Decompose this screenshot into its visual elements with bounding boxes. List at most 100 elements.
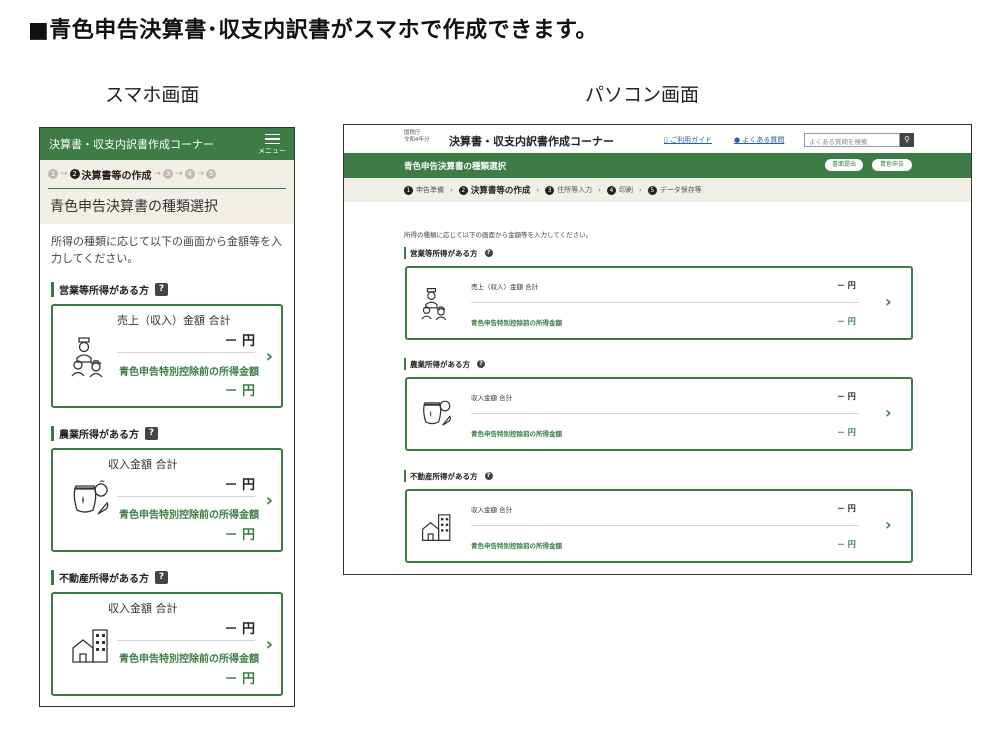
phone-card-realestate[interactable]: 収入金額 合計 － 円 青色申告特別控除前の所得金額 － 円 › xyxy=(51,592,283,696)
sales-total-label: 売上（収入）金額 合計 xyxy=(471,283,539,291)
step-arrow-icon: › xyxy=(536,186,540,194)
pc-page-title: 青色申告決算書の種類選択 xyxy=(404,162,507,172)
sales-total-value: － 円 xyxy=(224,334,255,349)
merchant-people-icon xyxy=(421,284,453,322)
step-3-dot: 3 xyxy=(163,169,174,179)
building-icon xyxy=(71,622,111,666)
help-icon[interactable]: ? xyxy=(155,283,168,296)
phone-step-indicator: 1 → 2 決算書等の作成 → 3 → 4 → 5 xyxy=(40,160,294,188)
step-4-dot: 4 xyxy=(606,185,616,195)
income-before-deduction-label: 青色申告特別控除前の所得金額 xyxy=(119,510,259,521)
phone-intro-text: 所得の種類に応じて以下の画面から金額等を入力してください。 xyxy=(51,235,282,265)
pc-screen: 国税庁 令和4年分 決算書・収支内訳書作成コーナー ▯ ご利用ガイド ● よくあ… xyxy=(343,124,972,575)
section-heading-text: 営業等所得がある方 xyxy=(59,286,149,297)
step-2-dot: 2 xyxy=(458,185,468,195)
blue-return-button[interactable]: 青色申告 xyxy=(872,159,912,171)
faq-link-text: よくある質問 xyxy=(742,136,785,144)
faq-link[interactable]: ● よくある質問 xyxy=(734,135,784,145)
income-before-deduction-value: － 円 xyxy=(837,428,856,437)
step-arrow-icon: › xyxy=(638,186,642,194)
chevron-right-icon: › xyxy=(265,634,273,655)
revenue-total-value: － 円 xyxy=(837,504,856,513)
pc-title-bar: 青色申告決算書の種類選択 書面提出 青色申告 xyxy=(344,153,971,178)
pc-card-realestate[interactable]: 収入金額 合計 － 円 青色申告特別控除前の所得金額 － 円 › xyxy=(405,489,913,563)
section-heading-text: 営業等所得がある方 xyxy=(410,248,478,258)
help-icon[interactable]: ? xyxy=(484,249,493,257)
income-before-deduction-value: － 円 xyxy=(837,540,856,549)
pc-app-title[interactable]: 決算書・収支内訳書作成コーナー xyxy=(449,133,614,149)
paper-submission-button[interactable]: 書面提出 xyxy=(825,159,863,171)
divider xyxy=(471,302,859,303)
step-3-dot: 3 xyxy=(545,185,555,195)
current-step-label: 決算書等の作成 xyxy=(81,170,152,182)
guide-link[interactable]: ▯ ご利用ガイド xyxy=(664,135,712,145)
income-before-deduction-value: － 円 xyxy=(224,672,255,687)
income-before-deduction-value: － 円 xyxy=(224,384,255,399)
step-4-label: 印刷 xyxy=(618,186,633,194)
revenue-total-label: 収入金額 合計 xyxy=(108,458,178,471)
divider xyxy=(471,525,859,526)
divider xyxy=(117,640,255,641)
pc-step-indicator: 1 申告準備 › 2 決算書等の作成 › 3 住所等入力 › 4 印刷 › 5 データ保存… xyxy=(344,178,971,202)
faq-search-input[interactable]: よくある質問を検索 xyxy=(804,133,900,147)
step-5-dot: 5 xyxy=(206,169,217,179)
phone-app-title[interactable]: 決算書・収支内訳書作成コーナー xyxy=(49,136,214,152)
step-5-label: データ保存等 xyxy=(659,186,702,194)
revenue-total-label: 収入金額 合計 xyxy=(108,602,178,615)
step-3-label: 住所等入力 xyxy=(557,186,593,194)
income-before-deduction-label: 青色申告特別控除前の所得金額 xyxy=(471,542,562,550)
income-before-deduction-label: 青色申告特別控除前の所得金額 xyxy=(471,319,562,327)
org-logo[interactable]: 国税庁 令和4年分 xyxy=(404,130,430,144)
chevron-right-icon: › xyxy=(885,292,892,311)
step-arrow-icon: › xyxy=(450,186,453,194)
farm-produce-icon xyxy=(71,478,111,522)
income-before-deduction-value: － 円 xyxy=(224,528,255,543)
pc-card-business[interactable]: 売上（収入）金額 合計 － 円 青色申告特別控除前の所得金額 － 円 › xyxy=(405,266,913,340)
revenue-total-label: 収入金額 合計 xyxy=(471,394,513,402)
help-icon[interactable]: ? xyxy=(477,360,485,368)
divider xyxy=(117,352,255,353)
phone-header: 決算書・収支内訳書作成コーナー メニュー xyxy=(40,128,294,160)
menu-label: メニュー xyxy=(258,147,286,156)
help-icon[interactable]: ? xyxy=(145,427,158,440)
income-before-deduction-label: 青色申告特別控除前の所得金額 xyxy=(471,430,562,438)
income-before-deduction-value: － 円 xyxy=(837,317,856,326)
divider xyxy=(471,413,859,414)
step-5-dot: 5 xyxy=(647,185,657,195)
chevron-right-icon: › xyxy=(885,515,892,534)
help-icon[interactable]: ? xyxy=(155,571,168,584)
revenue-total-value: － 円 xyxy=(837,392,856,401)
step-1-label: 申告準備 xyxy=(416,186,444,194)
revenue-total-value: － 円 xyxy=(224,478,255,493)
section-heading-text: 農業所得がある方 xyxy=(59,430,139,441)
phone-section-realestate-heading: 不動産所得がある方 ? xyxy=(51,570,283,585)
pc-intro-text: 所得の種類に応じて以下の画面から金額等を入力してください。 xyxy=(404,231,593,239)
pc-section-realestate-heading: 不動産所得がある方 ? xyxy=(404,470,493,482)
search-icon[interactable]: ⚲ xyxy=(900,133,914,147)
sales-total-value: － 円 xyxy=(837,281,856,290)
phone-caption: スマホ画面 xyxy=(105,84,200,106)
chevron-right-icon: › xyxy=(265,346,273,367)
phone-card-business[interactable]: 売上（収入）金額 合計 － 円 青色申告特別控除前の所得金額 － 円 › xyxy=(51,304,283,408)
sales-total-label: 売上（収入）金額 合計 xyxy=(117,314,231,327)
farm-produce-icon xyxy=(421,395,453,433)
phone-card-agriculture[interactable]: 収入金額 合計 － 円 青色申告特別控除前の所得金額 － 円 › xyxy=(51,448,283,552)
step-2-label: 決算書等の作成 xyxy=(470,186,531,196)
pc-header: 国税庁 令和4年分 決算書・収支内訳書作成コーナー ▯ ご利用ガイド ● よくあ… xyxy=(344,125,971,153)
menu-button[interactable]: メニュー xyxy=(258,132,286,157)
phone-section-agri-heading: 農業所得がある方 ? xyxy=(51,426,283,441)
divider xyxy=(117,496,255,497)
chevron-right-icon: › xyxy=(265,490,273,511)
pc-card-agriculture[interactable]: 収入金額 合計 － 円 青色申告特別控除前の所得金額 － 円 › xyxy=(405,377,913,451)
phone-screen: 決算書・収支内訳書作成コーナー メニュー 1 → 2 決算書等の作成 → 3 → 4 →… xyxy=(39,127,295,707)
step-4-dot: 4 xyxy=(184,169,195,179)
step-1-dot: 1 xyxy=(404,185,413,195)
section-heading-text: 不動産所得がある方 xyxy=(410,471,478,481)
merchant-people-icon xyxy=(71,334,111,378)
revenue-total-label: 収入金額 合計 xyxy=(471,506,513,514)
help-icon[interactable]: ? xyxy=(484,472,493,480)
phone-section-business-heading: 営業等所得がある方 ? xyxy=(51,282,283,297)
section-heading-text: 不動産所得がある方 xyxy=(59,574,149,585)
step-1-dot: 1 xyxy=(48,169,58,179)
chevron-right-icon: › xyxy=(885,403,892,422)
